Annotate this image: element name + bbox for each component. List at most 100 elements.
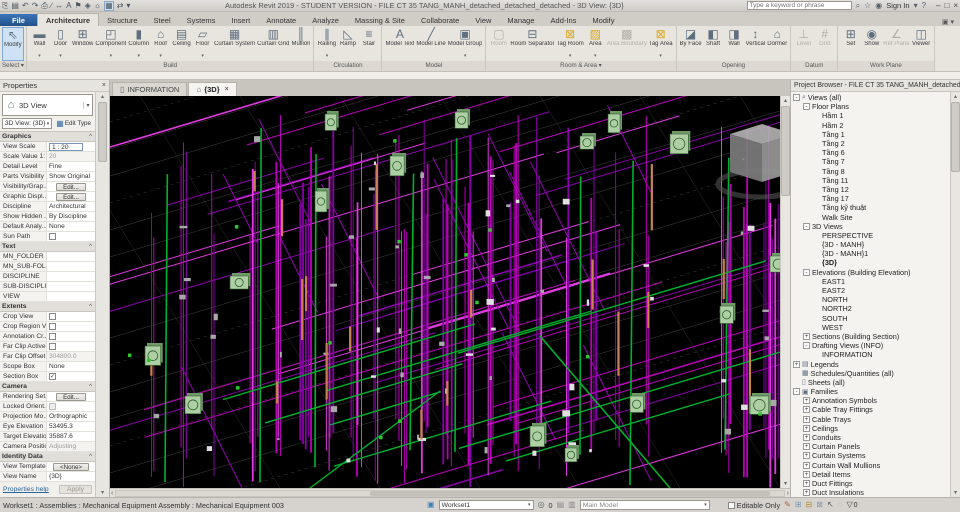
scroll-down-icon[interactable] [954,489,957,496]
tree-item-curtain-wall-mullions[interactable]: +Curtain Wall Mullions [793,461,950,470]
show-button[interactable]: ◉Show [861,27,882,61]
tab-architecture[interactable]: Architecture [37,13,99,26]
property-value[interactable]: Edit... [47,182,95,191]
property-value[interactable] [47,282,95,291]
minimize-button[interactable] [936,1,940,10]
select-toggle-icon[interactable]: ↖ [827,501,834,509]
tree-item-3d-views[interactable]: -3D Views [793,222,950,231]
tree-item-perspective[interactable]: PERSPECTIVE [793,231,950,240]
tab-manage[interactable]: Manage [499,14,542,26]
canvas-horizontal-scrollbar[interactable] [110,488,790,497]
collapse-icon[interactable]: - [803,223,810,230]
property-checkbox-checked[interactable]: ✓ [49,373,56,380]
print-icon[interactable]: ⎙ [41,2,47,10]
tree-item-t-ng-k-thu-t[interactable]: Tầng kỹ thuật [793,203,950,212]
workset-select[interactable]: Workset1 [439,500,534,510]
expand-icon[interactable]: + [803,397,810,404]
tab-view[interactable]: View [467,14,499,26]
property-value[interactable]: {3D} [47,472,95,481]
scroll-left-icon[interactable] [111,490,113,497]
modify-button[interactable]: ⇖Modify [2,27,24,61]
property-value[interactable]: Show Original [47,172,95,181]
column-button[interactable]: ▮Column▾ [127,27,150,61]
expand-icon[interactable]: + [803,425,810,432]
canvas-vertical-scrollbar[interactable] [780,96,790,488]
tree-item-north2[interactable]: NORTH2 [793,304,950,313]
collapse-icon[interactable]: - [803,269,810,276]
ribbon-state-toggle-icon[interactable] [942,18,954,26]
room-separator-button[interactable]: ⊟Room Separator [509,27,555,61]
collapse-icon[interactable]: - [803,103,810,110]
dormer-button[interactable]: ⌂Dormer [766,27,788,61]
floor-button[interactable]: ▱Floor▾ [192,27,213,61]
tab-collaborate[interactable]: Collaborate [413,14,467,26]
property-checkbox[interactable] [49,313,56,320]
tree-item-cable-trays[interactable]: +Cable Trays [793,415,950,424]
tag-area-button[interactable]: ⊠Tag Area▾ [648,27,674,61]
roof-button[interactable]: ⌂Roof▾ [150,27,171,61]
wall-button[interactable]: ◨Wall [724,27,745,61]
ceiling-button[interactable]: ▤Ceiling [171,27,192,61]
property-value[interactable] [47,272,95,281]
tree-item-sheets-all[interactable]: ▯Sheets (all) [793,378,950,387]
scroll-up-icon[interactable] [954,93,957,100]
property-value[interactable] [47,402,95,411]
undo-icon[interactable]: ↶ [22,2,29,10]
worksharing-display-icon[interactable]: ✎ [784,501,791,509]
tab-massing-site[interactable]: Massing & Site [347,14,413,26]
property-value[interactable]: None [47,222,95,231]
property-value[interactable]: Edit... [47,392,95,401]
tree-item-west[interactable]: WEST [793,323,950,332]
wall-button[interactable]: ▬Wall▾ [29,27,50,61]
tree-item-t-ng-6[interactable]: Tầng 6 [793,148,950,157]
tree-item-sections-building-section[interactable]: +Sections (Building Section) [793,332,950,341]
area-button[interactable]: ▨Area▾ [585,27,606,61]
property-edit-button[interactable]: Edit... [56,393,86,401]
shaft-button[interactable]: ◧Shaft [703,27,724,61]
property-value[interactable] [47,312,95,321]
show-history-icon[interactable]: ⊞ [795,501,802,509]
maximize-button[interactable] [944,1,949,10]
property-value[interactable] [47,262,95,271]
editable-elements-icon[interactable]: ⊠ [816,501,823,509]
property-section-graphics[interactable]: Graphics [0,132,95,142]
property-value[interactable]: Orthographic [47,412,95,421]
tree-item-drafting-views-info[interactable]: -Drafting Views (INFO) [793,341,950,350]
tree-item-elevations-building-elevation[interactable]: -Elevations (Building Elevation) [793,268,950,277]
tab-insert[interactable]: Insert [223,14,258,26]
scrollbar-thumb[interactable] [370,491,770,496]
search-input[interactable] [747,1,852,10]
collapse-icon[interactable]: - [803,342,810,349]
property-checkbox[interactable] [49,233,56,240]
save-icon[interactable]: ▤ [11,2,19,10]
search-icon[interactable] [856,2,860,10]
tree-item-h-m-2[interactable]: Hầm 2 [793,121,950,130]
tree-item-t-ng-2[interactable]: Tầng 2 [793,139,950,148]
by-face-button[interactable]: ◪By Face [679,27,703,61]
tree-item-views-all[interactable]: -⌕Views (all) [793,93,950,102]
tree-item-cable-tray-fittings[interactable]: +Cable Tray Fittings [793,405,950,414]
property-value[interactable] [47,292,95,301]
expand-icon[interactable]: + [803,489,810,496]
expand-icon[interactable]: + [803,416,810,423]
property-value[interactable] [47,252,95,261]
scrollbar-thumb[interactable] [951,102,960,172]
tree-item-ceilings[interactable]: +Ceilings [793,424,950,433]
tree-item-t-ng-12[interactable]: Tầng 12 [793,185,950,194]
tree-item-east1[interactable]: EAST1 [793,277,950,286]
tab-file[interactable]: File [0,14,37,26]
tree-item-t-ng-8[interactable]: Tầng 8 [793,167,950,176]
property-edit-button[interactable]: Edit... [56,193,86,201]
favorites-icon[interactable] [864,2,871,10]
tab-annotate[interactable]: Annotate [258,14,304,26]
property-checkbox[interactable] [49,323,56,330]
tag-room-button[interactable]: ⊠Tag Room▾ [555,27,584,61]
expand-icon[interactable]: + [803,480,810,487]
sun-icon[interactable]: ☼ [94,2,101,10]
tree-item-walk-site[interactable]: Walk Site [793,212,950,221]
design-options-icon[interactable]: ▤ [557,501,565,509]
3d-canvas[interactable] [110,96,780,488]
view-tab-close-icon[interactable] [225,86,229,93]
property-edit-button[interactable]: Edit... [56,183,86,191]
property-value[interactable]: 53495.3 [47,422,95,431]
